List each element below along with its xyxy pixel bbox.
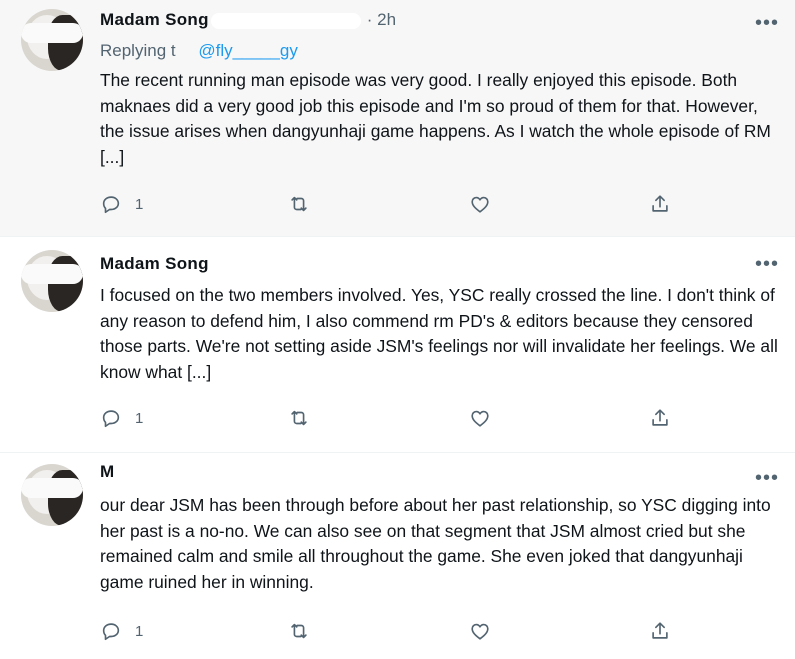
avatar[interactable] — [21, 250, 83, 312]
redacted-handle — [210, 256, 421, 273]
avatar[interactable] — [21, 464, 83, 526]
heart-icon — [471, 196, 489, 213]
retweet-button[interactable] — [288, 619, 310, 643]
reply-icon — [102, 623, 120, 641]
share-button[interactable] — [649, 192, 671, 216]
reply-count: 1 — [135, 409, 144, 427]
retweet-button[interactable] — [288, 406, 310, 430]
tweet[interactable]: Madam Song · 2h ••• Replying t @fly_____g… — [0, 0, 795, 236]
tweet[interactable]: M ••• our dear JSM has been through befo… — [0, 452, 795, 659]
reply-icon — [102, 410, 120, 428]
replying-to: Replying t @fly_____gy — [100, 40, 298, 62]
display-name[interactable]: Madam Song — [100, 10, 209, 29]
tweet-header: Madam Song · 2h — [100, 9, 396, 31]
share-icon — [652, 195, 668, 212]
more-icon[interactable]: ••• — [755, 468, 779, 488]
tweet-header: Madam Song — [100, 253, 423, 275]
tweet-actions: 1 — [100, 619, 690, 643]
retweet-icon — [291, 196, 307, 212]
like-button[interactable] — [469, 406, 491, 430]
more-icon[interactable]: ••• — [755, 13, 779, 33]
retweet-button[interactable] — [288, 192, 310, 216]
heart-icon — [471, 623, 489, 640]
tweet-text: our dear JSM has been through before abo… — [100, 495, 771, 592]
redacted-handle — [210, 12, 361, 29]
reply-count: 1 — [135, 622, 144, 640]
retweet-icon — [291, 410, 307, 426]
timestamp[interactable]: · 2h — [367, 10, 396, 29]
reply-icon — [102, 196, 120, 214]
reply-count: 1 — [135, 195, 144, 213]
tweet-actions: 1 — [100, 406, 690, 430]
reply-button[interactable]: 1 — [100, 192, 143, 216]
tweet-header: M — [100, 461, 418, 483]
like-button[interactable] — [469, 192, 491, 216]
share-icon — [652, 622, 668, 639]
reply-button[interactable]: 1 — [100, 406, 143, 430]
tweet[interactable]: Madam Song ••• I focused on the two memb… — [0, 236, 795, 453]
heart-icon — [471, 410, 489, 427]
reply-button[interactable]: 1 — [100, 619, 143, 643]
share-button[interactable] — [649, 619, 671, 643]
share-icon — [652, 409, 668, 426]
display-name[interactable]: M — [100, 462, 114, 481]
like-button[interactable] — [469, 619, 491, 643]
tweet-text: I focused on the two members involved. Y… — [100, 285, 778, 382]
avatar[interactable] — [21, 9, 83, 71]
display-name[interactable]: Madam Song — [100, 254, 209, 273]
replying-handle[interactable]: @fly_____gy — [198, 41, 298, 60]
retweet-icon — [291, 623, 307, 639]
replying-label: Replying t — [100, 41, 176, 60]
redacted-handle — [116, 464, 417, 481]
tweet-text: The recent running man episode was very … — [100, 70, 771, 167]
share-button[interactable] — [649, 406, 671, 430]
tweet-actions: 1 — [100, 192, 690, 216]
more-icon[interactable]: ••• — [755, 254, 779, 274]
